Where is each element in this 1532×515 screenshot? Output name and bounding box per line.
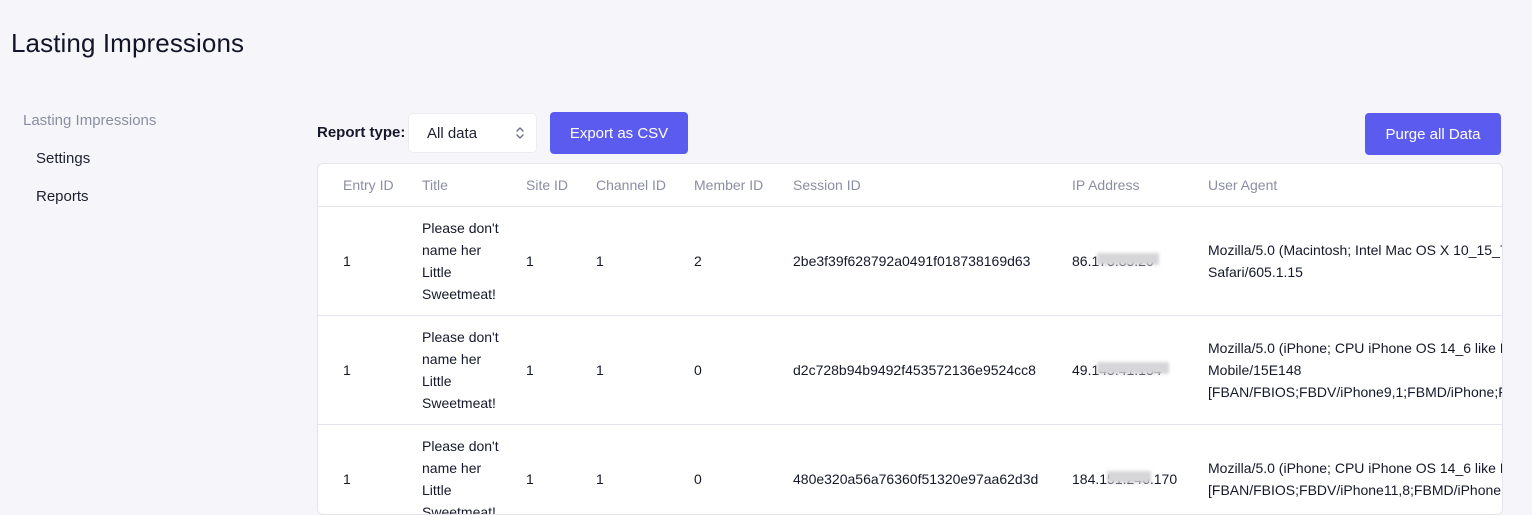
sidebar-item-reports[interactable]: Reports — [36, 186, 263, 208]
user-agent-line: Mozilla/5.0 (iPhone; CPU iPhone OS 14_6 … — [1208, 337, 1503, 359]
user-agent-line: [FBAN/FBIOS;FBDV/iPhone9,1;FBMD/iPhone;F… — [1208, 381, 1503, 403]
column-header-session-id[interactable]: Session ID — [793, 164, 1072, 207]
member-id-cell: 0 — [694, 425, 793, 515]
ip-address-cell: 184.151.246.170 — [1072, 425, 1208, 515]
member-id-cell: 2 — [694, 207, 793, 316]
user-agent-line: Mobile/15E148 — [1208, 359, 1503, 381]
site-id-cell: 1 — [526, 316, 596, 425]
session-id-cell: 480e320a56a76360f51320e97aa62d3d — [793, 425, 1072, 515]
table-row: 1 Please don't name her Little Sweetmeat… — [318, 207, 1503, 316]
channel-id-cell: 1 — [596, 207, 694, 316]
page-title: Lasting Impressions — [11, 28, 244, 59]
entry-id-cell: 1 — [343, 316, 422, 425]
export-csv-button[interactable]: Export as CSV — [550, 112, 688, 154]
entry-id-cell: 1 — [343, 207, 422, 316]
user-agent-cell: Mozilla/5.0 (iPhone; CPU iPhone OS 14_6 … — [1208, 425, 1503, 515]
column-header-ip-address[interactable]: IP Address — [1072, 164, 1208, 207]
column-header-channel-id[interactable]: Channel ID — [596, 164, 694, 207]
report-type-label: Report type: — [317, 124, 405, 141]
column-header-entry-id[interactable]: Entry ID — [343, 164, 422, 207]
reports-table-container[interactable]: Entry ID Title Site ID Channel ID Member… — [317, 163, 1503, 515]
redaction-blur — [1097, 253, 1159, 265]
sidebar-item-settings[interactable]: Settings — [36, 148, 263, 170]
sidebar: Lasting Impressions Settings Reports — [23, 110, 263, 208]
ip-address-cell: 49.145.41.154 — [1072, 316, 1208, 425]
redaction-blur — [1097, 362, 1169, 374]
session-id-cell: 2be3f39f628792a0491f018738169d63 — [793, 207, 1072, 316]
report-toolbar: Report type: All data Export as CSV Purg… — [317, 112, 1501, 154]
reports-table: Entry ID Title Site ID Channel ID Member… — [318, 164, 1503, 515]
title-cell: Please don't name her Little Sweetmeat! — [422, 316, 526, 425]
channel-id-cell: 1 — [596, 425, 694, 515]
channel-id-cell: 1 — [596, 316, 694, 425]
user-agent-cell: Mozilla/5.0 (Macintosh; Intel Mac OS X 1… — [1208, 207, 1503, 316]
user-agent-line: [FBAN/FBIOS;FBDV/iPhone11,8;FBMD/iPhone;… — [1208, 479, 1503, 501]
user-agent-line: Safari/605.1.15 — [1208, 261, 1503, 283]
member-id-cell: 0 — [694, 316, 793, 425]
session-id-cell: d2c728b94b9492f453572136e9524cc8 — [793, 316, 1072, 425]
table-row: 1 Please don't name her Little Sweetmeat… — [318, 316, 1503, 425]
column-header-member-id[interactable]: Member ID — [694, 164, 793, 207]
redaction-blur — [1107, 471, 1151, 483]
report-type-value: All data — [427, 125, 477, 142]
sidebar-heading: Lasting Impressions — [23, 110, 263, 132]
site-id-cell: 1 — [526, 207, 596, 316]
title-cell: Please don't name her Little Sweetmeat! — [422, 425, 526, 515]
report-type-select[interactable]: All data — [408, 113, 537, 153]
site-id-cell: 1 — [526, 425, 596, 515]
table-header-row: Entry ID Title Site ID Channel ID Member… — [318, 164, 1503, 207]
column-header-title[interactable]: Title — [422, 164, 526, 207]
ip-address-cell: 86.173.85.20 — [1072, 207, 1208, 316]
user-agent-cell: Mozilla/5.0 (iPhone; CPU iPhone OS 14_6 … — [1208, 316, 1503, 425]
chevron-up-down-icon — [515, 125, 525, 141]
column-header-user-agent[interactable]: User Agent — [1208, 164, 1503, 207]
table-row: 1 Please don't name her Little Sweetmeat… — [318, 425, 1503, 515]
column-header-site-id[interactable]: Site ID — [526, 164, 596, 207]
user-agent-line: Mozilla/5.0 (iPhone; CPU iPhone OS 14_6 … — [1208, 457, 1503, 479]
entry-id-cell: 1 — [343, 425, 422, 515]
purge-all-data-button[interactable]: Purge all Data — [1365, 113, 1501, 155]
title-cell: Please don't name her Little Sweetmeat! — [422, 207, 526, 316]
user-agent-line: Mozilla/5.0 (Macintosh; Intel Mac OS X 1… — [1208, 239, 1503, 261]
